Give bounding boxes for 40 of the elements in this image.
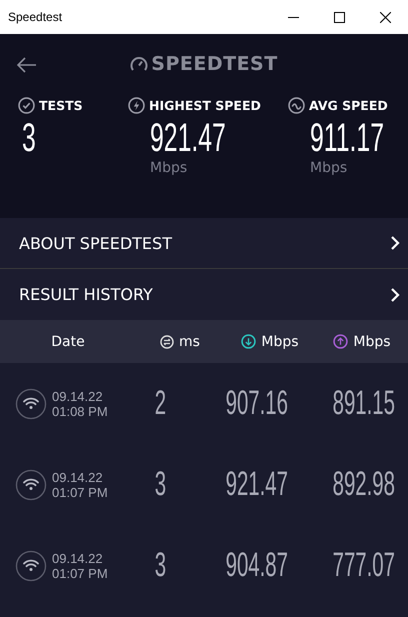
ping-value: 3: [154, 546, 166, 585]
lightning-icon: [128, 96, 145, 114]
wifi-icon: [15, 550, 47, 582]
download-value: 921.47: [226, 465, 288, 504]
ping-value: 3: [154, 465, 166, 504]
column-header: Mbps: [353, 334, 391, 350]
stat-label: HIGHEST SPEED: [149, 98, 261, 112]
ping-value: 2: [154, 384, 166, 423]
wifi-icon: [15, 388, 47, 420]
chevron-right-icon: [390, 235, 400, 251]
checkmark-icon: [18, 96, 35, 114]
wifi-icon: [15, 468, 47, 500]
upload-value: 891.15: [332, 384, 395, 423]
unit-label: Mbps: [310, 160, 348, 176]
column-header: Date: [51, 334, 85, 350]
window-title: Speedtest: [8, 10, 64, 24]
date-time-text: 09.14.22 01:07 PM: [52, 470, 108, 500]
gauge-icon: [130, 56, 148, 72]
stat-value: 911.17: [310, 116, 384, 160]
stat-label: TESTS: [39, 98, 83, 112]
date-time-text: 09.14.22 01:08 PM: [52, 388, 108, 418]
maximize-icon: [334, 12, 344, 22]
stat-label: AVG SPEED: [309, 98, 388, 112]
chevron-right-icon: [390, 286, 400, 302]
column-header: Mbps: [261, 334, 299, 350]
download-icon: [241, 334, 256, 349]
upload-value: 777.07: [332, 546, 395, 585]
wave-icon: [288, 96, 305, 114]
column-header: ms: [179, 334, 200, 350]
ping-icon: [160, 334, 174, 348]
stat-value: 921.47: [150, 116, 226, 160]
close-icon: [380, 12, 390, 22]
download-value: 907.16: [226, 384, 288, 423]
logo-text: SPEEDTEST: [151, 53, 278, 75]
stat-value: 3: [22, 116, 36, 160]
upload-value: 892.98: [332, 465, 395, 504]
date-time-text: 09.14.22 01:07 PM: [52, 550, 108, 580]
upload-icon: [333, 334, 348, 349]
unit-label: Mbps: [150, 160, 188, 176]
download-value: 904.87: [226, 546, 288, 585]
